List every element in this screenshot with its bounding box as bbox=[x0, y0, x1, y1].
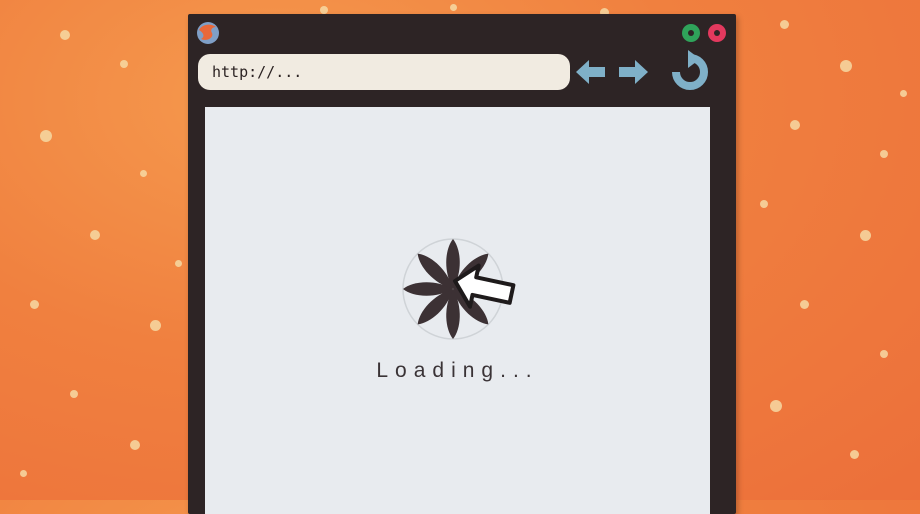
background-dot bbox=[880, 150, 888, 158]
background-dot bbox=[40, 130, 52, 142]
background-dot bbox=[140, 170, 147, 177]
background-dot bbox=[20, 470, 27, 477]
background-dot bbox=[120, 60, 128, 68]
loading-status-text: Loading... bbox=[376, 359, 539, 382]
back-arrow-icon bbox=[576, 60, 605, 84]
background-dot bbox=[840, 60, 852, 72]
background-dot bbox=[70, 390, 78, 398]
background-dot bbox=[790, 120, 800, 130]
background-dot bbox=[770, 400, 782, 412]
page-viewport: Loading... bbox=[205, 107, 710, 514]
pointer-cursor-icon bbox=[453, 263, 516, 309]
background-dot bbox=[320, 6, 328, 14]
background-dot bbox=[850, 450, 859, 459]
reload-button[interactable] bbox=[666, 50, 714, 94]
loading-spinner-icon bbox=[395, 231, 535, 351]
maximize-button[interactable] bbox=[682, 24, 700, 42]
background-dot bbox=[150, 320, 161, 331]
background-dot bbox=[760, 200, 768, 208]
background-dot bbox=[900, 90, 907, 97]
back-button[interactable] bbox=[574, 58, 608, 86]
background-dot bbox=[90, 230, 100, 240]
forward-arrow-icon bbox=[619, 60, 648, 84]
reload-icon bbox=[672, 50, 708, 90]
background-dot bbox=[175, 260, 182, 267]
background-dot bbox=[450, 4, 457, 11]
background-dot bbox=[800, 300, 809, 309]
background-dot bbox=[860, 230, 871, 241]
browser-logo-icon[interactable] bbox=[196, 21, 220, 45]
background-dot bbox=[30, 300, 39, 309]
browser-window: http://... Loading... bbox=[188, 14, 736, 514]
address-bar[interactable]: http://... bbox=[198, 54, 570, 90]
background-dot bbox=[60, 30, 70, 40]
background-dot bbox=[780, 20, 789, 29]
address-text: http://... bbox=[212, 63, 303, 81]
background-dot bbox=[130, 440, 140, 450]
forward-button[interactable] bbox=[616, 58, 650, 86]
background-dot bbox=[880, 350, 888, 358]
close-button[interactable] bbox=[708, 24, 726, 42]
